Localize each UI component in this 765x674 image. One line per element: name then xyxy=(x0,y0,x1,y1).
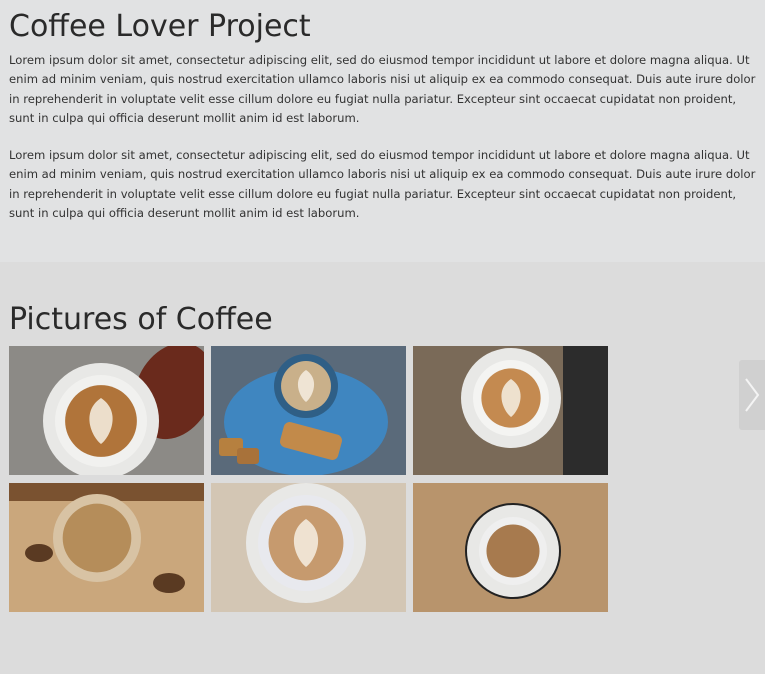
intro-section: Coffee Lover Project Lorem ipsum dolor s… xyxy=(0,0,765,262)
page-title: Coffee Lover Project xyxy=(9,9,311,44)
intro-paragraph-2: Lorem ipsum dolor sit amet, consectetur … xyxy=(9,148,756,221)
photo-latte-art-rosetta[interactable] xyxy=(211,483,406,612)
gallery-section: Pictures of Coffee xyxy=(0,262,765,612)
photo-cappuccino-on-wood-table[interactable] xyxy=(413,346,608,475)
intro-paragraph-1: Lorem ipsum dolor sit amet, consectetur … xyxy=(9,53,756,125)
photo-blue-cup-with-biscotti[interactable] xyxy=(211,346,406,475)
chevron-right-icon xyxy=(745,378,760,412)
gallery-title: Pictures of Coffee xyxy=(9,302,273,337)
photo-espresso-cup-with-spoon[interactable] xyxy=(413,483,608,612)
carousel-next-button[interactable] xyxy=(739,360,765,430)
photo-grid xyxy=(9,346,608,612)
photo-coffee-cup-on-rustic-wood[interactable] xyxy=(9,483,204,612)
photo-latte-art-with-autumn-leaf[interactable] xyxy=(9,346,204,475)
